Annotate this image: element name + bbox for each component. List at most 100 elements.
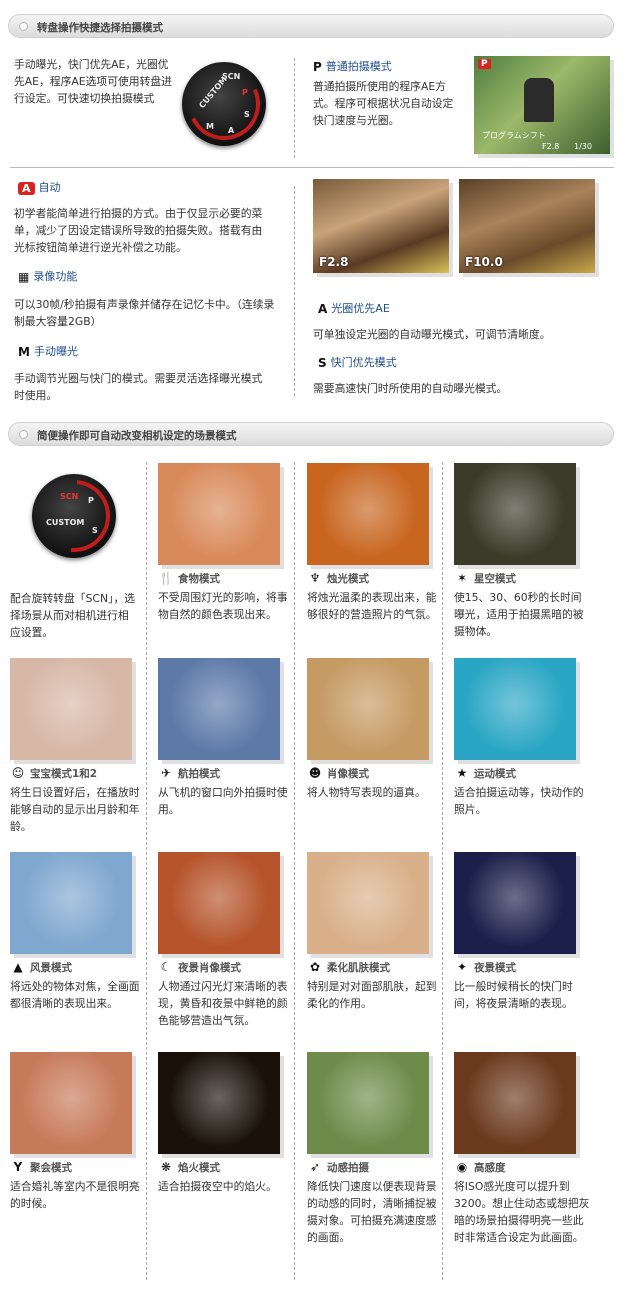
scene-desc: 不受周围灯光的影响，将事物自然的颜色表现出来。 [158, 591, 288, 621]
program-title: 普通拍摄模式 [325, 60, 392, 73]
airplane-icon: ✈ [160, 766, 172, 780]
portrait-icon: ☻ [308, 766, 322, 780]
section-header-dial: 转盘操作快捷选择拍摄模式 [8, 14, 614, 38]
camera-screen-photo: P プログラムシフト F2.8 1/30 [474, 56, 610, 154]
scene-desc: 将人物特写表现的逼真。 [307, 786, 426, 799]
scene-title-label: 运动模式 [474, 768, 516, 780]
scene-photo [158, 1052, 280, 1154]
scene-title-label: 航拍模式 [178, 768, 220, 780]
scene-title: ❋ 焰火模式 [158, 1160, 220, 1175]
section-header-scene: 简便操作即可自动改变相机设定的场景模式 [8, 422, 614, 446]
scene-photo [10, 852, 132, 954]
scene-title: ☻ 肖像模式 [307, 766, 369, 781]
scene-title-label: 高感度 [474, 1162, 506, 1174]
scene-photo [454, 1052, 576, 1154]
scene-photo [454, 852, 576, 954]
dial-label-custom: CUSTOM [46, 518, 85, 527]
scene-title-label: 夜景模式 [474, 962, 516, 974]
dial-label-scn: SCN [60, 492, 79, 501]
shutter-desc: 需要高速快门时所使用的自动曝光模式。 [313, 382, 508, 395]
scene-title-label: 食物模式 [178, 573, 220, 585]
landscape-icon: ▲ [13, 960, 23, 974]
section-title: 简便操作即可自动改变相机设定的场景模式 [37, 430, 237, 442]
divider [294, 58, 295, 158]
scene-title: ★ 运动模式 [454, 766, 516, 781]
scene-title: ✿ 柔化肌肤模式 [307, 960, 390, 975]
candle-icon: ♆ [309, 571, 321, 585]
scene-desc: 特别是对对面部肌肤，起到柔化的作用。 [307, 980, 437, 1010]
scene-title-label: 夜景肖像模式 [178, 962, 241, 974]
bullet-icon [19, 22, 28, 31]
dial-label-scn: SCN [222, 72, 241, 81]
auto-mode-heading: A 自动 [18, 179, 61, 195]
aperture-photo-f28: F2.8 [313, 179, 449, 273]
aperture-photo-f10: F10.0 [459, 179, 595, 273]
scene-photo [158, 463, 280, 565]
screen-mode-badge: P [478, 59, 491, 69]
scene-photo [307, 463, 429, 565]
scene-title: ✦ 夜景模式 [454, 960, 516, 975]
scene-title: ✶ 星空模式 [454, 571, 516, 586]
high-sensitivity-icon: ◉ [456, 1160, 468, 1174]
auto-desc: 初学者能简单进行拍摄的方式。由于仅显示必要的菜单，减少了因设定错误所导致的拍摄失… [14, 207, 263, 254]
screen-shutter: 1/30 [574, 142, 592, 151]
scene-title: Y 聚会模式 [10, 1160, 72, 1175]
auto-title: 自动 [38, 181, 61, 194]
dial-label-p: P [242, 88, 248, 97]
soft-skin-icon: ✿ [309, 960, 321, 974]
program-mode-heading: P 普通拍摄模式 [313, 58, 392, 74]
aperture-title: 光圈优先AE [331, 302, 390, 315]
scene-photo [10, 658, 132, 760]
party-icon: Y [13, 1160, 23, 1174]
scene-desc: 降低快门速度以便表现背景的动感的同时，清晰捕捉被摄对象。可拍摄充满速度感的画面。 [307, 1180, 437, 1244]
scene-title: ➶ 动感拍摄 [307, 1160, 369, 1175]
divider [294, 186, 295, 396]
scene-title-label: 动感拍摄 [327, 1162, 369, 1174]
baby-icon: ☺ [11, 766, 25, 780]
mode-dial-icon: CUSTOM SCN P S A M [177, 57, 271, 151]
dial-label-a: A [228, 126, 235, 135]
scene-photo [454, 463, 576, 565]
scn-dial-icon: CUSTOM SCN P S [23, 465, 125, 567]
scene-photo [158, 852, 280, 954]
movie-title: 录像功能 [33, 270, 78, 283]
scene-title-label: 星空模式 [474, 573, 516, 585]
star-icon: ✶ [456, 571, 468, 585]
dial-label-s: S [92, 526, 98, 535]
aperture-desc: 可单独设定光圈的自动曝光模式，可调节清晰度。 [313, 328, 551, 341]
food-icon: 🍴 [158, 571, 174, 585]
scene-title-label: 柔化肌肤模式 [327, 962, 390, 974]
scene-title: ◉ 高感度 [454, 1160, 506, 1175]
manual-title: 手动曝光 [33, 345, 78, 358]
scene-desc: 从飞机的窗口向外拍摄时使用。 [158, 786, 288, 816]
scene-desc: 适合婚礼等室内不是很明亮的时候。 [10, 1180, 140, 1210]
shutter-mode-heading: S 快门优先模式 [318, 354, 397, 370]
night-portrait-icon: ☾ [160, 960, 172, 974]
scene-photo [307, 1052, 429, 1154]
manual-desc: 手动调节光圈与快门的模式。需要灵活选择曝光模式时使用。 [14, 372, 263, 402]
divider [442, 462, 443, 1280]
movie-desc: 可以30帧/秒拍摄有声录像并储存在记忆卡中。（连续录制最大容量2GB） [14, 298, 275, 328]
scene-title: 🍴 食物模式 [158, 571, 220, 586]
scene-photo [307, 852, 429, 954]
scene-desc: 将生日设置好后，在播放时能够自动的显示出月龄和年龄。 [10, 786, 140, 833]
scene-desc: 使15、30、60秒的长时间曝光，适用于拍摄黑暗的被摄物体。 [454, 591, 584, 638]
program-badge: P [313, 60, 322, 74]
screen-mode-name: プログラムシフト [482, 131, 546, 140]
movie-mode-heading: ▦ 录像功能 [18, 268, 77, 284]
aperture-tag-right: F10.0 [465, 255, 503, 269]
scene-photo [307, 658, 429, 760]
aperture-badge: A [318, 302, 328, 316]
sports-icon: ★ [456, 766, 468, 780]
panning-icon: ➶ [309, 1160, 321, 1174]
rider-shape [524, 78, 554, 122]
aperture-mode-heading: A 光圈优先AE [318, 300, 390, 316]
scene-title: ☾ 夜景肖像模式 [158, 960, 241, 975]
manual-badge: M [18, 345, 30, 359]
dial-label-s: S [244, 110, 250, 119]
scene-title-label: 肖像模式 [327, 768, 369, 780]
scene-title-label: 聚会模式 [30, 1162, 72, 1174]
scene-title: ♆ 烛光模式 [307, 571, 369, 586]
section-title: 转盘操作快捷选择拍摄模式 [37, 22, 163, 34]
scene-photo [454, 658, 576, 760]
